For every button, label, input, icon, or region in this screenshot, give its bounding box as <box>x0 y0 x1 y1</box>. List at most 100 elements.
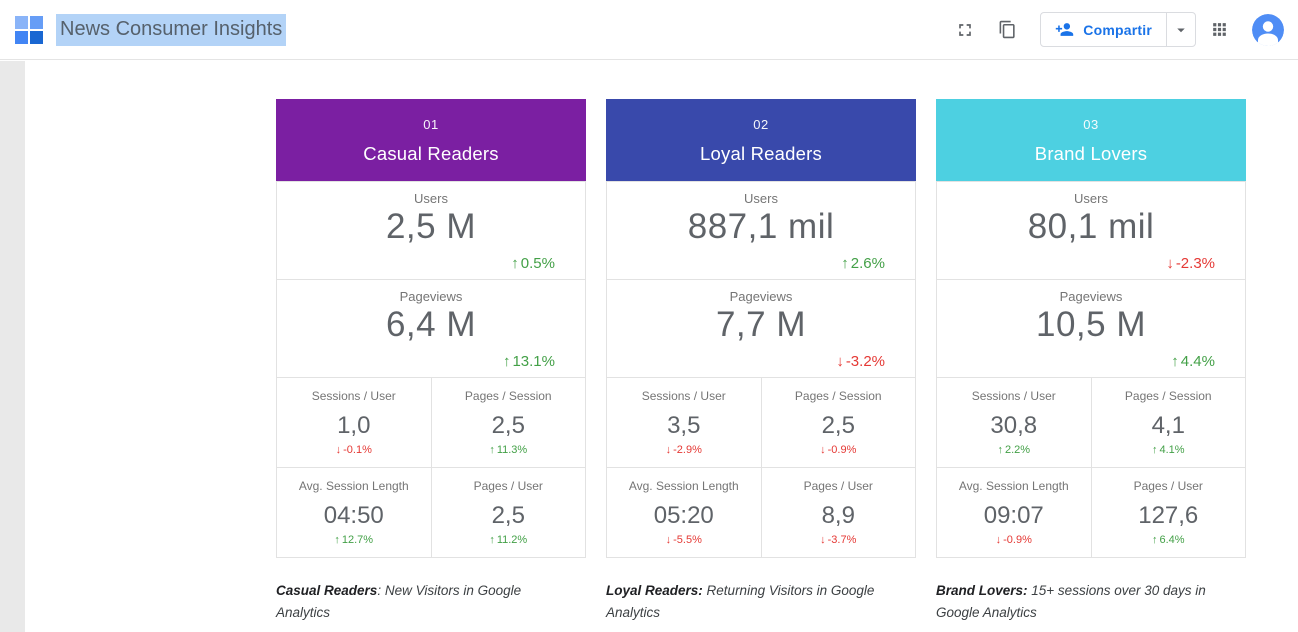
metric-label: Sessions / User <box>607 389 761 403</box>
scorecard-brand-lovers: 03 Brand Lovers Users 80,1 mil -2.3% Pag… <box>936 99 1246 625</box>
metric-value: 6,4 M <box>277 305 585 345</box>
metric-pages-per-user: Pages / User 2,5 11.2% <box>432 468 587 558</box>
metric-label: Pages / User <box>762 479 916 493</box>
metric-value: 4,1 <box>1092 412 1246 440</box>
trend-arrow-icon <box>820 444 826 456</box>
fullscreen-icon <box>955 20 975 40</box>
metric-delta: 2.6% <box>841 255 885 272</box>
metric-delta: 13.1% <box>503 353 555 370</box>
metric-label: Users <box>277 191 585 206</box>
metric-delta: -3.7% <box>762 534 916 546</box>
trend-arrow-icon <box>503 353 511 370</box>
metric-pages-per-session: Pages / Session 2,5 11.3% <box>432 378 587 468</box>
metric-pages-per-user: Pages / User 127,6 6.4% <box>1092 468 1247 558</box>
trend-arrow-icon <box>997 444 1003 456</box>
scorecard-casual-readers: 01 Casual Readers Users 2,5 M 0.5% Pagev… <box>276 99 586 625</box>
metric-value: 05:20 <box>607 502 761 530</box>
card-header: 03 Brand Lovers <box>936 99 1246 182</box>
person-add-icon <box>1055 20 1074 39</box>
metric-value: 7,7 M <box>607 305 915 345</box>
metric-delta: 12.7% <box>277 534 431 546</box>
metric-delta: -2.9% <box>607 444 761 456</box>
topbar: News Consumer Insights Compartir <box>0 0 1298 60</box>
metric-users: Users 887,1 mil 2.6% <box>606 181 916 280</box>
metric-value: 04:50 <box>277 502 431 530</box>
card-footnote: Loyal Readers: Returning Visitors in Goo… <box>606 580 916 625</box>
metric-label: Pageviews <box>277 289 585 304</box>
card-header: 01 Casual Readers <box>276 99 586 182</box>
metric-grid: Sessions / User 3,5 -2.9% Pages / Sessio… <box>606 378 916 558</box>
metric-value: 127,6 <box>1092 502 1246 530</box>
metric-label: Pageviews <box>607 289 915 304</box>
trend-arrow-icon <box>996 534 1002 546</box>
metric-value: 3,5 <box>607 412 761 440</box>
trend-arrow-icon <box>334 534 340 546</box>
report-title[interactable]: News Consumer Insights <box>56 14 286 46</box>
metric-pageviews: Pageviews 6,4 M 13.1% <box>276 279 586 378</box>
metric-delta: -3.2% <box>836 353 885 370</box>
trend-arrow-icon <box>1152 534 1158 546</box>
fullscreen-button[interactable] <box>946 11 984 49</box>
card-title: Casual Readers <box>363 143 498 165</box>
metric-label: Sessions / User <box>277 389 431 403</box>
metric-label: Pages / Session <box>762 389 916 403</box>
share-dropdown-button[interactable] <box>1166 13 1195 46</box>
scorecard-loyal-readers: 02 Loyal Readers Users 887,1 mil 2.6% Pa… <box>606 99 916 625</box>
trend-arrow-icon <box>489 444 495 456</box>
google-apps-button[interactable] <box>1200 11 1238 49</box>
share-button-group: Compartir <box>1040 12 1196 47</box>
data-studio-logo-icon[interactable] <box>14 15 44 45</box>
metric-delta: 4.1% <box>1092 444 1246 456</box>
metric-value: 09:07 <box>937 502 1091 530</box>
metric-value: 2,5 <box>762 412 916 440</box>
metric-value: 1,0 <box>277 412 431 440</box>
metric-label: Avg. Session Length <box>277 479 431 493</box>
metric-users: Users 80,1 mil -2.3% <box>936 181 1246 280</box>
trend-arrow-icon <box>1152 444 1158 456</box>
metric-value: 10,5 M <box>937 305 1245 345</box>
metric-label: Pages / User <box>432 479 586 493</box>
metric-label: Pages / Session <box>432 389 586 403</box>
metric-avg-session-length: Avg. Session Length 05:20 -5.5% <box>607 468 762 558</box>
metric-delta: -5.5% <box>607 534 761 546</box>
metric-value: 80,1 mil <box>937 207 1245 247</box>
metric-delta: 2.2% <box>937 444 1091 456</box>
metric-delta: 11.3% <box>432 444 586 456</box>
metric-value: 8,9 <box>762 502 916 530</box>
canvas-left-gutter <box>0 61 25 632</box>
metric-pages-per-session: Pages / Session 4,1 4.1% <box>1092 378 1247 468</box>
metric-sessions-per-user: Sessions / User 30,8 2.2% <box>937 378 1092 468</box>
trend-arrow-icon <box>841 255 849 272</box>
metric-value: 887,1 mil <box>607 207 915 247</box>
metric-grid: Sessions / User 1,0 -0.1% Pages / Sessio… <box>276 378 586 558</box>
metric-label: Users <box>607 191 915 206</box>
metric-label: Sessions / User <box>937 389 1091 403</box>
card-index: 03 <box>1083 117 1098 132</box>
metric-label: Pageviews <box>937 289 1245 304</box>
metric-avg-session-length: Avg. Session Length 09:07 -0.9% <box>937 468 1092 558</box>
metric-label: Pages / Session <box>1092 389 1246 403</box>
apps-grid-icon <box>1210 20 1229 39</box>
metric-delta: -0.9% <box>937 534 1091 546</box>
metric-grid: Sessions / User 30,8 2.2% Pages / Sessio… <box>936 378 1246 558</box>
share-button[interactable]: Compartir <box>1041 13 1166 46</box>
copy-report-button[interactable] <box>988 11 1026 49</box>
trend-arrow-icon <box>820 534 826 546</box>
chevron-down-icon <box>1172 21 1190 39</box>
metric-label: Avg. Session Length <box>607 479 761 493</box>
metric-delta: -2.3% <box>1166 255 1215 272</box>
avatar[interactable] <box>1252 14 1284 46</box>
metric-avg-session-length: Avg. Session Length 04:50 12.7% <box>277 468 432 558</box>
user-avatar-icon <box>1252 14 1284 46</box>
trend-arrow-icon <box>836 353 844 370</box>
trend-arrow-icon <box>666 444 672 456</box>
metric-pageviews: Pageviews 10,5 M 4.4% <box>936 279 1246 378</box>
metric-delta: 4.4% <box>1171 353 1215 370</box>
trend-arrow-icon <box>336 444 342 456</box>
trend-arrow-icon <box>1166 255 1174 272</box>
topbar-actions: Compartir <box>942 11 1284 49</box>
trend-arrow-icon <box>1171 353 1179 370</box>
metric-value: 30,8 <box>937 412 1091 440</box>
card-footnote: Casual Readers: New Visitors in Google A… <box>276 580 586 625</box>
metric-sessions-per-user: Sessions / User 1,0 -0.1% <box>277 378 432 468</box>
